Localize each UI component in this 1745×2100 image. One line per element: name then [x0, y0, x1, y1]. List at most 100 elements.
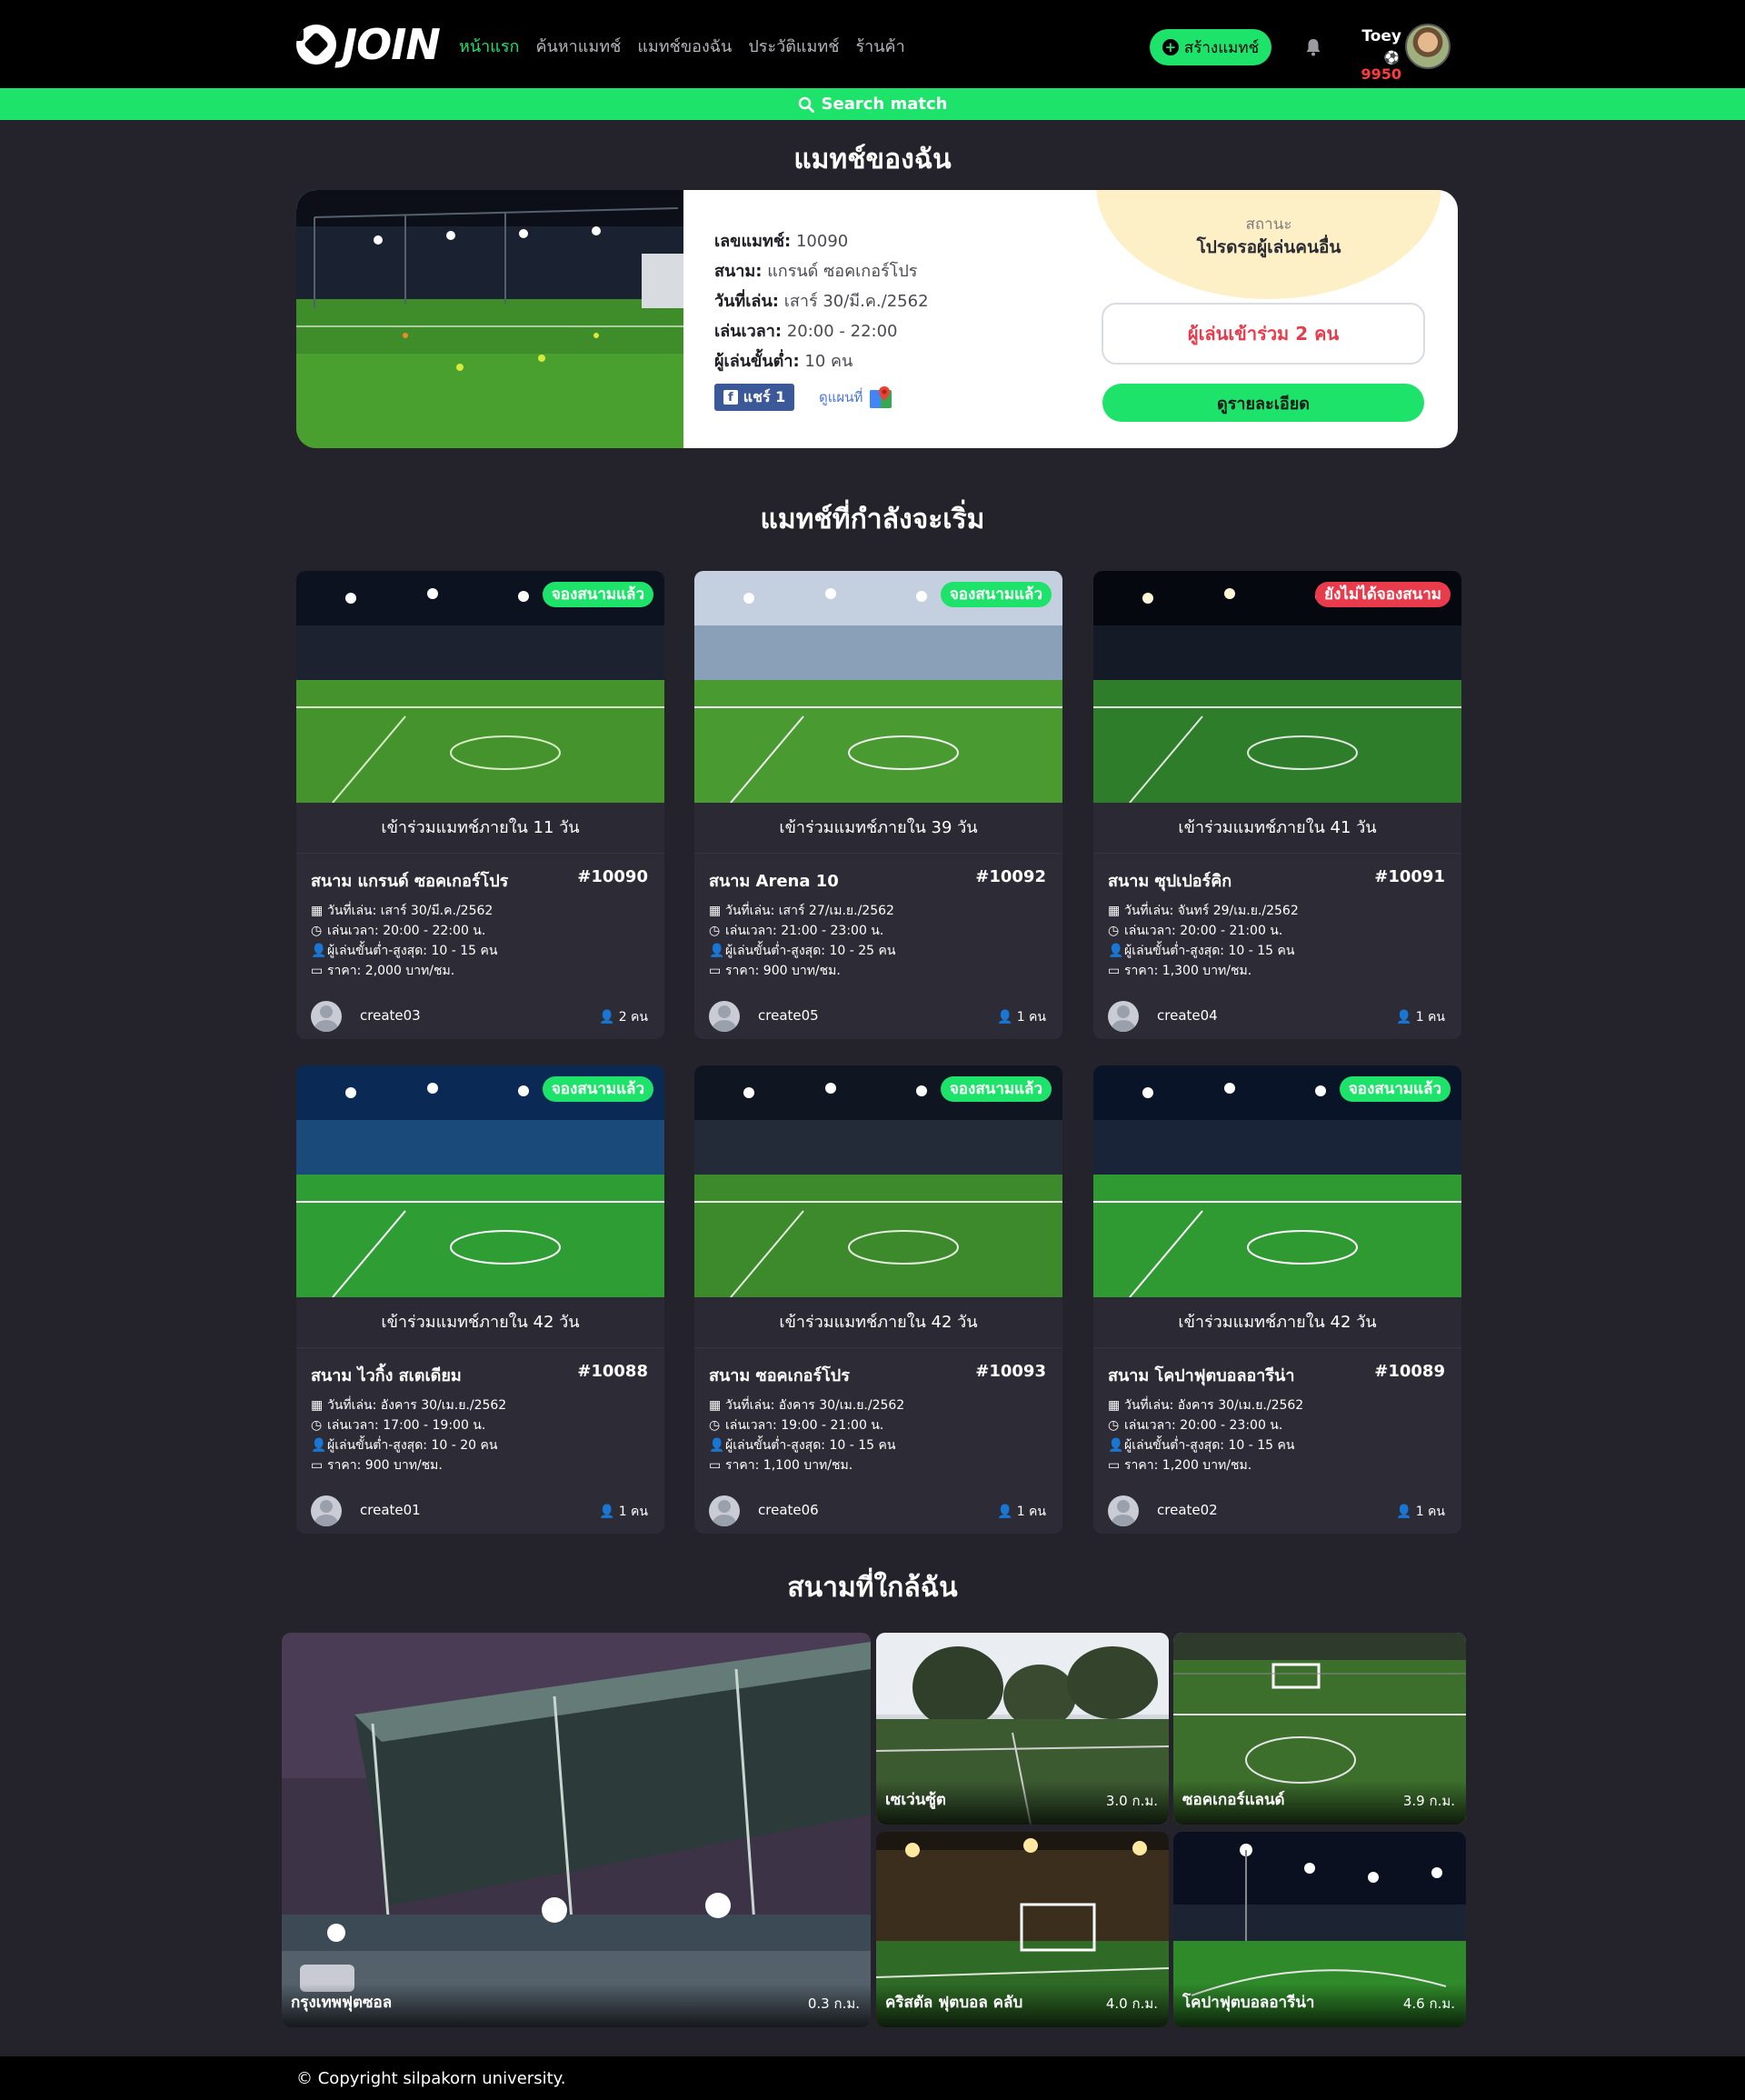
calendar-icon: ▦ — [1108, 1398, 1121, 1413]
date-prefix: วันที่เล่น: — [725, 904, 775, 918]
nearby-field-card[interactable]: ซอคเกอร์แลนด์ 3.9 ก.ม. — [1173, 1633, 1466, 1825]
view-detail-button[interactable]: ดูรายละเอียด — [1102, 384, 1424, 422]
field-label: สนาม: — [714, 262, 763, 281]
search-match-label: Search match — [821, 95, 948, 114]
nav-my-match[interactable]: แมทช์ของฉัน — [637, 33, 732, 59]
field-value: แกรนด์ ซอคเกอร์โปร — [767, 262, 918, 281]
creator-avatar — [709, 1001, 740, 1032]
creator-name[interactable]: create01 — [360, 1502, 421, 1518]
players-prefix: ผู้เล่นขั้นต่ำ-สูงสุด: — [327, 944, 428, 958]
view-map-link[interactable]: ดูแผนที่ — [819, 385, 893, 410]
creator-name[interactable]: create06 — [758, 1502, 819, 1518]
match-date: จันทร์ 29/เม.ย./2562 — [1177, 904, 1299, 918]
facebook-share-button[interactable]: f แชร์ 1 — [714, 384, 794, 411]
match-card[interactable]: จองสนามแล้ว เข้าร่วมแมทช์ภายใน 42 วัน สนาม… — [1093, 1065, 1461, 1534]
players-prefix: ผู้เล่นขั้นต่ำ-สูงสุด: — [725, 944, 826, 958]
match-date: อังคาร 30/เม.ย./2562 — [778, 1398, 905, 1413]
match-card[interactable]: จองสนามแล้ว เข้าร่วมแมทช์ภายใน 42 วัน สนาม… — [694, 1065, 1062, 1534]
joined-count-value: 1 คน — [618, 1505, 648, 1519]
price-prefix: ราคา: — [327, 964, 362, 978]
create-match-label: สร้างแมทช์ — [1183, 38, 1260, 57]
match-info: ▦ วันที่เล่น: อังคาร 30/เม.ย./2562 ◷ เล่นเว… — [709, 1395, 904, 1475]
match-players: 10 - 15 คน — [1228, 944, 1295, 958]
match-players: 10 - 20 คน — [431, 1438, 498, 1453]
date-prefix: วันที่เล่น: — [1124, 1398, 1174, 1413]
match-price: 900 บาท/ชม. — [364, 1458, 443, 1473]
calendar-icon: ▦ — [311, 1398, 324, 1413]
match-id: #10091 — [1374, 867, 1445, 886]
my-match-title: แมทช์ของฉัน — [793, 144, 952, 175]
join-logo[interactable]: JOIN — [296, 20, 441, 69]
my-match-card: เลขแมทช์: 10090 สนาม: แกรนด์ ซอคเกอร์โปร… — [296, 190, 1458, 448]
nearby-field-distance: 3.9 ก.ม. — [1402, 1793, 1455, 1809]
clock-icon: ◷ — [1108, 924, 1120, 938]
match-field-name: สนาม ซอคเกอร์โปร — [709, 1366, 850, 1385]
calendar-icon: ▦ — [709, 904, 722, 918]
match-field-name: สนาม ไวกิ้ง สเตเดียม — [311, 1366, 462, 1385]
match-time: 19:00 - 21:00 น. — [781, 1418, 884, 1433]
user-avatar[interactable] — [1405, 24, 1451, 69]
nearby-field-card[interactable]: เซเว่นซู้ต 3.0 ก.ม. — [876, 1633, 1169, 1825]
nav-match-history[interactable]: ประวัติแมทช์ — [748, 33, 839, 59]
user-icon: 👤 — [311, 944, 327, 958]
user-points-value: 9950 — [1361, 65, 1401, 83]
creator-name[interactable]: create04 — [1157, 1007, 1218, 1024]
soccer-ball-icon — [296, 25, 336, 65]
creator-name[interactable]: create02 — [1157, 1502, 1218, 1518]
joined-count-value: 1 คน — [1415, 1010, 1445, 1025]
booking-status-badge: จองสนามแล้ว — [940, 582, 1052, 607]
nearby-field-card[interactable]: คริสตัล ฟุตบอล คลับ 4.0 ก.ม. — [876, 1832, 1169, 2027]
match-players: 10 - 15 คน — [431, 944, 498, 958]
nearby-field-card[interactable]: โคปาฟุตบอลอารีน่า 4.6 ก.ม. — [1173, 1832, 1466, 2027]
date-prefix: วันที่เล่น: — [327, 904, 377, 918]
nav-home[interactable]: หน้าแรก — [459, 33, 519, 59]
joined-count: 👤 1 คน — [599, 1502, 648, 1522]
top-navbar: JOIN หน้าแรก ค้นหาแมทช์ แมทช์ของฉัน ประว… — [0, 0, 1745, 88]
joined-count-value: 2 คน — [618, 1010, 648, 1025]
nav-shop[interactable]: ร้านค้า — [855, 33, 904, 59]
user-icon: 👤 — [1108, 944, 1124, 958]
players-prefix: ผู้เล่นขั้นต่ำ-สูงสุด: — [327, 1438, 428, 1453]
players-prefix: ผู้เล่นขั้นต่ำ-สูงสุด: — [1124, 944, 1225, 958]
match-card[interactable]: จองสนามแล้ว เข้าร่วมแมทช์ภายใน 42 วัน สนาม… — [296, 1065, 664, 1534]
joined-count: 👤 1 คน — [997, 1007, 1046, 1027]
user-icon: 👤 — [709, 944, 725, 958]
time-prefix: เล่นเวลา: — [327, 924, 379, 938]
time-prefix: เล่นเวลา: — [327, 1418, 379, 1433]
view-map-label: ดูแผนที่ — [819, 389, 863, 405]
bell-icon[interactable] — [1305, 38, 1321, 56]
match-card[interactable]: จองสนามแล้ว เข้าร่วมแมทช์ภายใน 39 วัน สนาม… — [694, 571, 1062, 1039]
creator-avatar — [1108, 1001, 1139, 1032]
players-prefix: ผู้เล่นขั้นต่ำ-สูงสุด: — [1124, 1438, 1225, 1453]
nearby-field-distance: 4.0 ก.ม. — [1105, 1995, 1158, 2012]
nav-search-match[interactable]: ค้นหาแมทช์ — [535, 33, 621, 59]
min-players-label: ผู้เล่นขั้นต่ำ: — [714, 352, 800, 371]
my-match-field-photo — [296, 190, 683, 448]
match-date: เสาร์ 27/เม.ย./2562 — [778, 904, 894, 918]
match-id: #10088 — [577, 1362, 648, 1381]
user-icon: 👤 — [311, 1438, 327, 1453]
match-card[interactable]: ยังไม่ได้จองสนาม เข้าร่วมแมทช์ภายใน 41 วั… — [1093, 571, 1461, 1039]
match-no-label: เลขแมทช์: — [714, 232, 792, 251]
time-prefix: เล่นเวลา: — [1124, 924, 1176, 938]
search-match-bar[interactable]: Search match — [0, 88, 1745, 120]
joined-players-box: ผู้เล่นเข้าร่วม 2 คน — [1102, 303, 1425, 365]
copyright-text: © Copyright silpakorn university. — [296, 2069, 565, 2088]
calendar-icon: ▦ — [1108, 904, 1121, 918]
user-name[interactable]: Toey — [1345, 27, 1401, 45]
nearby-field-card[interactable]: กรุงเทพฟุตซอล 0.3 ก.ม. — [282, 1633, 871, 2027]
creator-name[interactable]: create05 — [758, 1007, 819, 1024]
clock-icon: ◷ — [709, 924, 721, 938]
match-id: #10092 — [975, 867, 1046, 886]
create-match-button[interactable]: + สร้างแมทช์ — [1150, 29, 1271, 65]
joined-count: 👤 2 คน — [599, 1007, 648, 1027]
match-time: 20:00 - 22:00 น. — [383, 924, 486, 938]
joined-count: 👤 1 คน — [1396, 1007, 1445, 1027]
person-icon: 👤 — [1396, 1010, 1412, 1025]
creator-name[interactable]: create03 — [360, 1007, 421, 1024]
money-icon: ▭ — [1108, 964, 1121, 978]
clock-icon: ◷ — [1108, 1418, 1120, 1433]
status-label: สถานะ — [1245, 215, 1292, 234]
nearby-field-distance: 0.3 ก.ม. — [807, 1995, 860, 2012]
match-card[interactable]: จองสนามแล้ว เข้าร่วมแมทช์ภายใน 11 วัน สนาม… — [296, 571, 664, 1039]
